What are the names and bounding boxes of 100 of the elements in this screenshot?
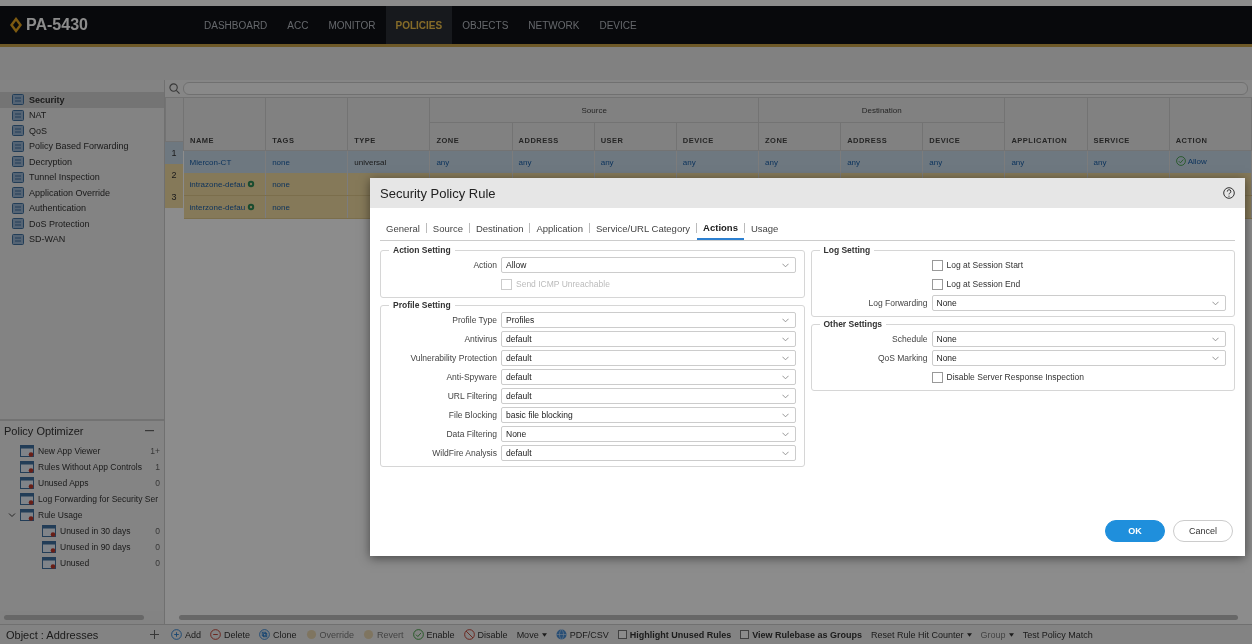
table-cell: any [765, 157, 778, 167]
scrollbar[interactable] [179, 615, 1238, 620]
dialog-tab[interactable]: General [380, 216, 426, 240]
nav-tab[interactable]: DEVICE [589, 6, 647, 44]
sidebar-item[interactable]: Policy Based Forwarding [0, 138, 164, 154]
dialog-tab[interactable]: Source [426, 216, 469, 240]
sidebar-item[interactable]: Security [0, 92, 164, 108]
select-field[interactable]: None [931, 331, 1226, 347]
search-field[interactable] [183, 82, 1248, 95]
toolbar-button[interactable]: Clone [259, 629, 297, 640]
checkbox-label[interactable]: Disable Server Response Inspection [946, 372, 1084, 382]
checkbox[interactable] [740, 630, 750, 639]
report-icon [20, 445, 34, 457]
group-title: Action Setting [392, 245, 452, 255]
field-label: WildFire Analysis [431, 448, 497, 458]
toolbar-button[interactable]: Enable [412, 629, 455, 640]
caret-icon [1212, 336, 1219, 342]
toolbar-button[interactable]: Move [516, 629, 547, 640]
checkbox-label[interactable]: View Rulebase as Groups [752, 629, 863, 640]
cancel-button[interactable]: Cancel [1173, 520, 1233, 542]
select-field[interactable]: Allow [501, 257, 796, 273]
policy-icon [12, 156, 24, 168]
report-icon [42, 525, 56, 537]
select-field[interactable]: basic file blocking [501, 407, 796, 423]
group-title: Log Setting [822, 245, 872, 255]
select-field[interactable]: None [931, 350, 1226, 366]
select-field[interactable]: None [501, 426, 796, 442]
optimizer-item[interactable]: Unused in 30 days [60, 526, 150, 536]
checkbox[interactable] [931, 259, 943, 271]
caret-icon [781, 431, 789, 437]
nav-tab[interactable]: POLICIES [385, 6, 453, 44]
dialog-tab[interactable]: Application [530, 216, 589, 240]
table-cell: any [847, 157, 861, 167]
toolbar-button[interactable]: Disable [463, 629, 508, 640]
dialog-tab[interactable]: Usage [744, 216, 785, 240]
policy-icon [12, 218, 24, 230]
select-field[interactable]: default [501, 369, 796, 385]
chevron-down-icon[interactable] [8, 511, 16, 519]
checkbox-label[interactable]: Log at Session Start [946, 260, 1024, 270]
sidebar-item[interactable]: Application Override [0, 185, 164, 201]
item-count: 0 [155, 542, 160, 552]
caret-icon [1212, 300, 1219, 306]
nav-tab[interactable]: MONITOR [318, 6, 386, 44]
select-field[interactable]: default [501, 388, 796, 404]
caret-icon [781, 262, 789, 268]
caret-icon [781, 412, 789, 418]
optimizer-item[interactable]: Unused [60, 558, 150, 568]
sidebar-item[interactable]: SD-WAN [0, 231, 164, 247]
nav-tab[interactable]: NETWORK [518, 6, 590, 44]
toolbar-button[interactable]: PDF/CSV [555, 629, 609, 640]
checkbox-label[interactable]: Highlight Unused Rules [629, 629, 732, 640]
delete-icon [210, 629, 221, 640]
sidebar-item[interactable]: DoS Protection [0, 216, 164, 232]
policy-icon [12, 125, 24, 137]
policy-icon [12, 202, 24, 214]
select-field[interactable]: default [501, 445, 796, 461]
select-field[interactable]: None [931, 295, 1226, 311]
logo-icon [10, 17, 22, 33]
checkbox[interactable] [931, 371, 943, 383]
nav-tab[interactable]: ACC [277, 6, 319, 44]
table-cell: none [272, 202, 290, 212]
optimizer-item[interactable]: Rules Without App Controls [38, 462, 150, 472]
dialog-tab[interactable]: Service/URL Category [589, 216, 697, 240]
table-cell: any [1011, 157, 1025, 167]
optimizer-item[interactable]: Rule Usage [38, 510, 160, 520]
panel-title: Policy Optimizer [4, 425, 84, 437]
toolbar-button[interactable]: Add [171, 629, 201, 640]
table-cell: none [272, 179, 290, 189]
column-group-header: Source [581, 105, 607, 115]
sidebar-item[interactable]: Tunnel Inspection [0, 169, 164, 185]
add-icon[interactable] [150, 630, 159, 639]
sidebar-item[interactable]: Authentication [0, 200, 164, 216]
check-circle-icon [412, 629, 424, 640]
select-field[interactable]: default [501, 331, 796, 347]
optimizer-item[interactable]: Unused Apps [38, 478, 150, 488]
nav-tab[interactable]: DASHBOARD [194, 6, 278, 44]
nav-tab[interactable]: OBJECTS [452, 6, 519, 44]
sidebar-item[interactable]: NAT [0, 107, 164, 123]
sidebar-item[interactable]: QoS [0, 123, 164, 139]
checkbox-label[interactable]: Log at Session End [946, 279, 1021, 289]
select-field[interactable]: default [501, 350, 796, 366]
scrollbar[interactable] [4, 615, 144, 620]
optimizer-item[interactable]: Unused in 90 days [60, 542, 150, 552]
ok-button[interactable]: OK [1105, 520, 1165, 542]
toolbar-button[interactable]: Delete [210, 629, 251, 640]
table-row[interactable]: Miercon-CT none universal any any any any any any any any any Allow [183, 150, 1252, 173]
item-count: 0 [155, 558, 160, 568]
checkbox[interactable] [931, 278, 943, 290]
table-cell: Allow [1187, 156, 1207, 166]
select-field[interactable]: Profiles [501, 312, 796, 328]
dialog-tab[interactable]: Actions [697, 216, 744, 240]
checkbox[interactable] [617, 630, 627, 639]
optimizer-item[interactable]: Log Forwarding for Security Ser [38, 494, 160, 504]
toolbar-button[interactable]: Test Policy Match [1022, 629, 1093, 640]
report-icon [20, 493, 34, 505]
sidebar-item[interactable]: Decryption [0, 154, 164, 170]
toolbar-button[interactable]: Reset Rule Hit Counter [871, 629, 972, 640]
optimizer-item[interactable]: New App Viewer [38, 446, 145, 456]
help-icon[interactable] [1223, 187, 1235, 199]
dialog-tab[interactable]: Destination [469, 216, 530, 240]
